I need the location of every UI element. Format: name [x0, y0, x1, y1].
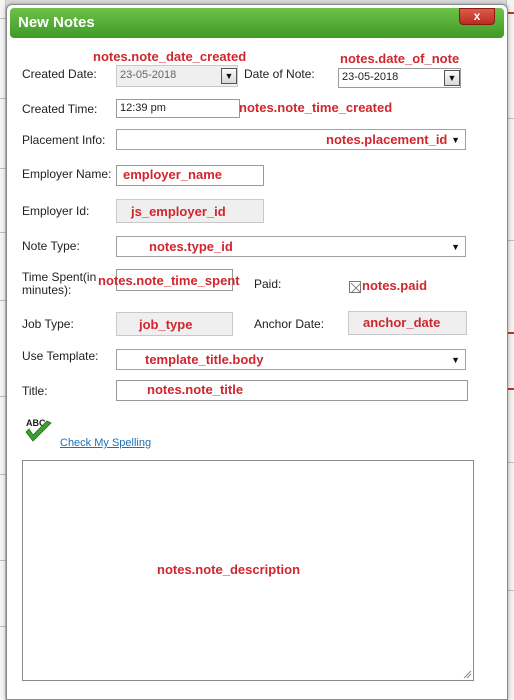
date-of-note-field[interactable]: 23-05-2018 [338, 68, 461, 88]
created-time-field[interactable]: 12:39 pm [116, 99, 240, 118]
chevron-down-icon: ▼ [451, 135, 460, 145]
paid-label: Paid: [254, 277, 282, 291]
dialog-title: New Notes [18, 14, 95, 31]
note-description-textarea[interactable]: notes.note_description [22, 460, 474, 681]
chevron-down-icon: ▼ [451, 355, 460, 365]
note-time-spent-marker: notes.note_time_spent [98, 273, 240, 288]
created-date-label: Created Date: [22, 67, 97, 81]
job-type-field[interactable]: job_type [116, 312, 233, 336]
anchor-date-label: Anchor Date: [254, 317, 325, 331]
paid-checkbox[interactable] [349, 281, 362, 294]
anchor-date-field[interactable]: anchor_date [348, 311, 467, 335]
note-date-created-marker: notes.note_date_created [93, 49, 247, 64]
chevron-down-icon: ▼ [451, 242, 460, 252]
note-description-marker: notes.note_description [157, 562, 301, 577]
employer-id-label: Employer Id: [22, 204, 90, 218]
title-label: Title: [22, 384, 48, 398]
new-notes-dialog: New Notes x notes.note_date_created note… [6, 4, 508, 700]
note-time-created-marker: notes.note_time_created [239, 100, 393, 115]
date-of-note-label: Date of Note: [244, 67, 315, 81]
placement-info-select[interactable]: notes.placement_id ▼ [116, 129, 466, 150]
placement-id-marker: notes.placement_id [326, 132, 448, 147]
job-type-label: Job Type: [22, 317, 74, 331]
note-type-select[interactable]: notes.type_id ▼ [116, 236, 466, 257]
date-of-note-marker: notes.date_of_note [340, 51, 460, 66]
use-template-select[interactable]: template_title.body ▼ [116, 349, 466, 370]
created-date-field[interactable]: 23-05-2018 [116, 65, 238, 87]
employer-id-field[interactable]: js_employer_id [116, 199, 264, 223]
resize-grip-icon[interactable] [462, 669, 472, 679]
note-title-field[interactable]: notes.note_title [116, 380, 468, 401]
use-template-label: Use Template: [22, 349, 99, 363]
template-body-marker: template_title.body [145, 352, 264, 367]
employer-name-label: Employer Name: [22, 167, 112, 181]
placement-info-label: Placement Info: [22, 133, 106, 147]
close-button[interactable]: x [459, 8, 495, 25]
created-date-dropdown-icon[interactable]: ▼ [221, 68, 237, 84]
employer-name-field[interactable]: employer_name [116, 165, 264, 186]
date-of-note-dropdown-icon[interactable]: ▼ [444, 70, 460, 86]
abc-checkmark-icon[interactable]: ABC [23, 415, 57, 447]
note-type-label: Note Type: [22, 239, 80, 253]
dialog-titlebar[interactable]: New Notes x [10, 8, 504, 38]
type-id-marker: notes.type_id [149, 239, 233, 254]
paid-marker: notes.paid [362, 278, 428, 293]
check-spelling-link[interactable]: Check My Spelling [60, 437, 151, 449]
created-time-label: Created Time: [22, 102, 98, 116]
